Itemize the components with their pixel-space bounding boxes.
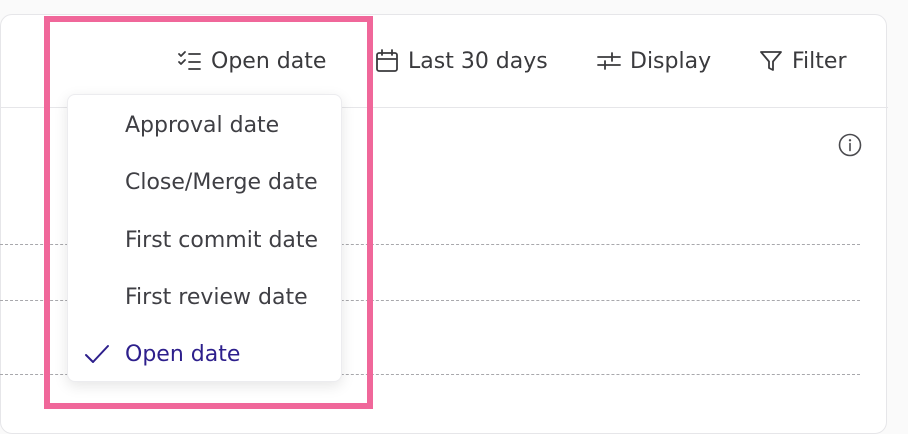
dropdown-item-label: Approval date (125, 112, 280, 138)
funnel-icon (760, 51, 782, 71)
dropdown-item-approval-date[interactable]: Approval date (68, 101, 341, 149)
date-field-dropdown: Approval date Close/Merge date First com… (67, 94, 342, 382)
date-range-label: Last 30 days (408, 48, 548, 74)
dropdown-item-first-commit-date[interactable]: First commit date (68, 216, 341, 264)
dropdown-item-label: First commit date (125, 227, 319, 253)
dropdown-item-first-review-date[interactable]: First review date (68, 273, 341, 321)
check-icon (85, 345, 109, 363)
date-field-label: Open date (211, 48, 327, 74)
display-button[interactable]: Display (597, 42, 711, 80)
checklist-icon (178, 51, 201, 70)
dropdown-item-open-date[interactable]: Open date (68, 330, 341, 378)
dropdown-item-label: Close/Merge date (125, 169, 318, 195)
display-label: Display (630, 48, 712, 74)
sliders-icon (597, 52, 621, 70)
dropdown-item-label: First review date (125, 284, 308, 310)
info-icon[interactable] (838, 133, 862, 157)
dropdown-item-label: Open date (125, 341, 241, 367)
dropdown-item-close-merge-date[interactable]: Close/Merge date (68, 158, 341, 206)
filter-label: Filter (792, 48, 847, 74)
calendar-icon (376, 49, 398, 72)
date-range-button[interactable]: Last 30 days (375, 42, 548, 80)
date-field-button[interactable]: Open date (177, 42, 326, 80)
filter-button[interactable]: Filter (759, 42, 846, 80)
